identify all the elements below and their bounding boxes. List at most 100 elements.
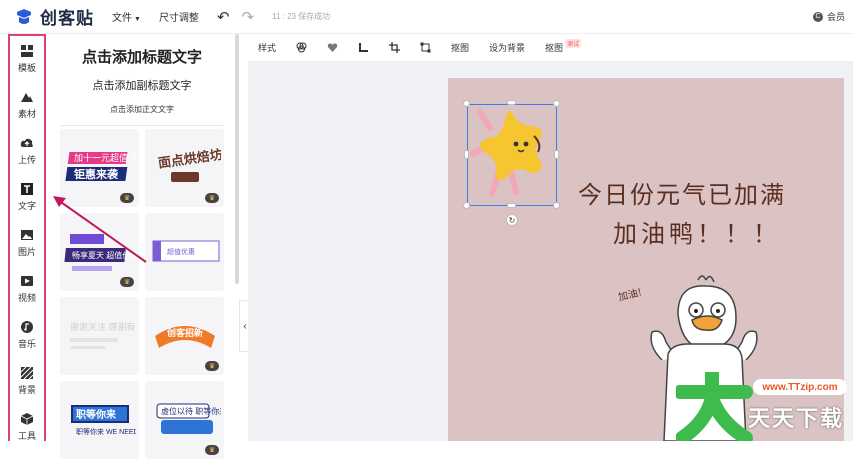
text-template-tile[interactable]: 加十一元超值 钜惠来袭 钜惠来袭 ♛ — [60, 129, 139, 207]
sidebar-item-video[interactable]: 视频 — [10, 266, 44, 312]
background-icon — [20, 366, 34, 380]
text-template-tile[interactable]: 创客招新 ♛ — [145, 297, 224, 375]
template-line: 畅享夏天 超值价格 — [72, 250, 136, 260]
logo-icon — [17, 8, 31, 24]
style-button[interactable]: 样式 — [258, 41, 276, 54]
text-template-grid: 加十一元超值 钜惠来袭 钜惠来袭 ♛ 面点烘焙坊 ♛ 畅享夏天 超值价格 ♛ — [60, 129, 224, 459]
premium-crown-icon: ♛ — [205, 445, 219, 455]
sidebar-item-label: 模板 — [17, 63, 36, 73]
left-sidebar: 模板 素材 上传 文字 图片 视频 音乐 背景 工具 — [8, 34, 46, 441]
ruler-icon[interactable] — [358, 42, 369, 53]
heart-icon[interactable] — [327, 42, 338, 53]
matting-button[interactable]: 抠图 — [451, 41, 469, 54]
filter-icon[interactable] — [296, 42, 307, 53]
template-preview: 虚位以待 职等你来 — [156, 403, 221, 434]
set-background-button[interactable]: 设为背景 — [489, 41, 525, 54]
tools-icon — [20, 413, 34, 425]
image-toolbar: 样式 抠图 设为背景 抠图 测试 — [248, 34, 853, 62]
add-subtitle-text[interactable]: 点击添加副标题文字 — [48, 77, 236, 93]
sidebar-item-image[interactable]: 图片 — [10, 220, 44, 266]
canvas-headline-2[interactable]: 加油鸭！！！ — [613, 214, 781, 249]
text-template-tile[interactable]: 畅享夏天 超值价格 ♛ — [60, 213, 139, 291]
premium-crown-icon: ♛ — [205, 361, 219, 371]
selection-box[interactable] — [467, 104, 557, 206]
rotate-icon[interactable]: ↻ — [506, 214, 518, 226]
template-line: 职等你来 WE NEED YOU — [76, 427, 136, 436]
template-line: 谢谢关注 感谢有你 — [70, 321, 136, 332]
member-label: 会员 — [826, 12, 845, 22]
premium-crown-icon: ♛ — [120, 277, 134, 287]
sidebar-item-text[interactable]: 文字 — [10, 174, 44, 220]
resize-frame-icon[interactable] — [420, 42, 431, 53]
sidebar-item-background[interactable]: 背景 — [10, 358, 44, 404]
text-template-tile[interactable]: 虚位以待 职等你来 ♛ — [145, 381, 224, 459]
svg-text:职等你来: 职等你来 — [76, 408, 117, 421]
sidebar-item-template[interactable]: 模板 — [10, 36, 44, 82]
member-link[interactable]: C 会员 — [812, 10, 845, 23]
crop-icon[interactable] — [389, 42, 401, 53]
resize-handle[interactable] — [507, 203, 516, 208]
premium-crown-icon: ♛ — [205, 193, 219, 203]
sidebar-item-tools[interactable]: 工具 — [10, 404, 44, 450]
watermark-text: 天天下载 — [748, 406, 845, 431]
resize-handle[interactable] — [553, 202, 560, 209]
text-panel: 点击添加标题文字 点击添加副标题文字 点击添加正文文字 加十一元超值 钜惠来袭 … — [48, 34, 236, 459]
sidebar-item-label: 工具 — [17, 431, 36, 441]
add-body-text[interactable]: 点击添加正文文字 — [48, 104, 236, 115]
panel-divider — [60, 125, 224, 126]
redo-icon[interactable]: ↷ — [242, 8, 255, 26]
text-template-tile[interactable]: 职等你来 职等你来 WE NEED YOU — [60, 381, 139, 459]
sidebar-item-label: 文字 — [17, 201, 36, 211]
beta-badge: 测试 — [565, 39, 582, 48]
image-icon — [21, 230, 33, 240]
resize-handle[interactable] — [463, 202, 470, 209]
resize-handle[interactable] — [464, 150, 469, 159]
sidebar-item-label: 图片 — [17, 247, 36, 257]
premium-crown-icon: ♛ — [120, 193, 134, 203]
cutout-label: 抠图 — [545, 43, 564, 53]
add-title-text[interactable]: 点击添加标题文字 — [48, 46, 236, 67]
template-preview: 职等你来 职等你来 WE NEED YOU — [70, 405, 136, 436]
sidebar-item-music[interactable]: 音乐 — [10, 312, 44, 358]
resize-handle[interactable] — [553, 100, 560, 107]
app-logo[interactable]: 创客贴 — [14, 4, 94, 29]
video-icon — [21, 276, 33, 286]
text-template-tile[interactable]: 面点烘焙坊 ♛ — [145, 129, 224, 207]
duck-caption: 加油! — [618, 285, 643, 303]
top-bar: 创客贴 文件 ▼ 尺寸调整 ↶ ↷ 11 : 23 保存成功 C 会员 — [0, 0, 853, 34]
sidebar-item-label: 音乐 — [17, 339, 36, 349]
text-template-tile[interactable]: 谢谢关注 感谢有你 — [60, 297, 139, 375]
sidebar-item-label: 素材 — [17, 109, 36, 119]
save-status: 11 : 23 保存成功 — [272, 12, 331, 21]
sidebar-item-material[interactable]: 素材 — [10, 82, 44, 128]
template-line: 虚位以待 职等你来 — [161, 406, 221, 416]
sidebar-item-upload[interactable]: 上传 — [10, 128, 44, 174]
file-menu[interactable]: 文件 ▼ — [112, 9, 141, 24]
undo-icon[interactable]: ↶ — [217, 8, 230, 26]
template-preview: 谢谢关注 感谢有你 — [69, 321, 136, 349]
text-template-tile[interactable]: 超值优惠 — [145, 213, 224, 291]
template-line: 超值优惠 — [167, 247, 195, 256]
template-preview: 超值优惠 — [152, 240, 219, 262]
resize-handle[interactable] — [463, 100, 470, 107]
resize-handle[interactable] — [507, 100, 516, 105]
watermark-url: www.TTzip.com — [753, 379, 847, 395]
member-icon: C — [812, 11, 823, 22]
text-icon — [21, 183, 33, 195]
canvas-headline-1[interactable]: 今日份元气已加满 — [578, 175, 786, 210]
svg-text:钜惠来袭: 钜惠来袭 — [74, 167, 119, 181]
cutout-button[interactable]: 抠图 测试 — [545, 39, 582, 54]
template-line: 面点烘焙坊 — [157, 147, 221, 171]
resize-handle[interactable] — [554, 150, 559, 159]
template-preview: 面点烘焙坊 — [157, 147, 221, 182]
panel-scrollbar[interactable] — [235, 34, 239, 284]
template-line: 加十一元超值 钜惠来袭 — [74, 152, 136, 163]
resize-menu[interactable]: 尺寸调整 — [159, 9, 199, 24]
material-icon — [21, 93, 33, 102]
music-icon — [21, 321, 33, 333]
upload-icon — [20, 138, 33, 147]
app-name: 创客贴 — [40, 9, 94, 28]
template-preview: 畅享夏天 超值价格 — [63, 234, 136, 271]
caret-down-icon: ▼ — [134, 16, 141, 23]
file-menu-label: 文件 — [112, 13, 132, 24]
